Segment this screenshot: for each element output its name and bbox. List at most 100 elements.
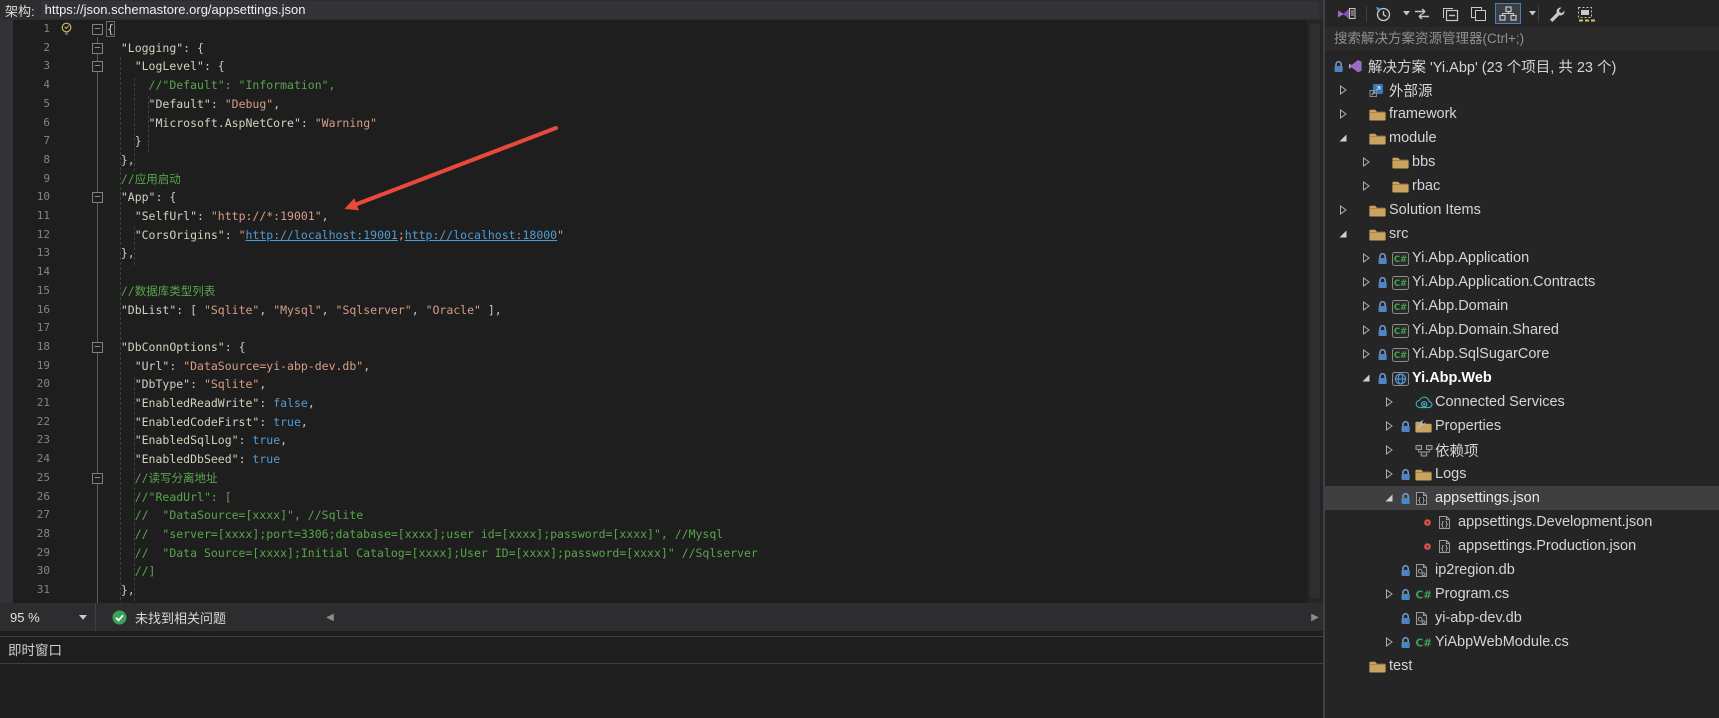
tree-item[interactable]: Properties [1325, 414, 1719, 438]
code-line[interactable]: 26 //"ReadUrl": [ [0, 488, 1323, 507]
code-line[interactable]: 4 //"Default": "Information", [0, 76, 1323, 95]
tree-item-solution-root[interactable]: 解决方案 'Yi.Abp' (23 个项目, 共 23 个) [1325, 54, 1719, 78]
tree-item[interactable]: Solution Items [1325, 198, 1719, 222]
chevron-collapsed-icon[interactable] [1339, 205, 1354, 215]
horizontal-scrollbar[interactable]: ◀ ▶ [322, 603, 1323, 631]
code-line[interactable]: 28 // "server=[xxxx];port=3306;database=… [0, 525, 1323, 544]
fold-collapse-icon[interactable]: – [92, 342, 103, 353]
pending-changes-filter-icon[interactable] [1372, 4, 1395, 24]
properties-wrench-icon[interactable] [1544, 4, 1569, 24]
code-line[interactable]: 6 "Microsoft.AspNetCore": "Warning" [0, 114, 1323, 133]
chevron-collapsed-icon[interactable] [1385, 445, 1400, 455]
code-line[interactable]: 13 }, [0, 244, 1323, 263]
tree-item[interactable]: C#Yi.Abp.Domain [1325, 294, 1719, 318]
editor-vertical-scrollbar[interactable] [1307, 20, 1323, 603]
code-line[interactable]: 5 "Default": "Debug", [0, 95, 1323, 114]
chevron-expanded-icon[interactable] [1339, 230, 1354, 239]
collapse-all-icon[interactable] [1439, 4, 1462, 24]
scrollbar-thumb[interactable] [1310, 24, 1320, 598]
chevron-collapsed-icon[interactable] [1362, 277, 1377, 287]
chevron-collapsed-icon[interactable] [1385, 397, 1400, 407]
zoom-level-select[interactable]: 95 % [0, 603, 96, 631]
show-all-files-icon[interactable] [1574, 4, 1599, 24]
code-line[interactable]: 7 } [0, 132, 1323, 151]
sync-with-active-document-icon[interactable] [1410, 5, 1434, 23]
tree-item[interactable]: test [1325, 654, 1719, 678]
fold-collapse-icon[interactable]: – [92, 473, 103, 484]
code-line[interactable]: 10– "App": { [0, 188, 1323, 207]
scroll-right-icon[interactable]: ▶ [1307, 612, 1323, 623]
chevron-down-icon[interactable] [1403, 11, 1410, 16]
chevron-down-icon[interactable] [1529, 11, 1536, 16]
tree-item[interactable]: src [1325, 222, 1719, 246]
chevron-collapsed-icon[interactable] [1362, 325, 1377, 335]
code-line[interactable]: 23 "EnabledSqlLog": true, [0, 431, 1323, 450]
tree-item[interactable]: 依赖项 [1325, 438, 1719, 462]
code-line[interactable]: 3– "LogLevel": { [0, 57, 1323, 76]
tree-item[interactable]: ip2region.db [1325, 558, 1719, 582]
switch-views-icon[interactable] [1333, 4, 1359, 24]
code-line[interactable]: 12 "CorsOrigins": "http://localhost:1900… [0, 226, 1323, 245]
code-line[interactable]: 15 //数据库类型列表 [0, 282, 1323, 301]
tree-item[interactable]: framework [1325, 102, 1719, 126]
code-line[interactable]: 20 "DbType": "Sqlite", [0, 375, 1323, 394]
tree-item[interactable]: {}appsettings.json [1325, 486, 1719, 510]
code-line[interactable]: 30 //] [0, 562, 1323, 581]
chevron-collapsed-icon[interactable] [1362, 253, 1377, 263]
fold-collapse-icon[interactable]: – [92, 192, 103, 203]
code-line[interactable]: 1–{ [0, 20, 1323, 39]
code-line[interactable]: 2– "Logging": { [0, 39, 1323, 58]
code-editor[interactable]: 1–{2– "Logging": {3– "LogLevel": {4 //"D… [0, 20, 1323, 603]
code-line[interactable]: 9 //应用启动 [0, 170, 1323, 189]
chevron-expanded-icon[interactable] [1339, 134, 1354, 143]
chevron-collapsed-icon[interactable] [1339, 109, 1354, 119]
chevron-collapsed-icon[interactable] [1385, 469, 1400, 479]
code-line[interactable]: 31 }, [0, 581, 1323, 600]
code-line[interactable]: 29 // "Data Source=[xxxx];Initial Catalo… [0, 544, 1323, 563]
code-line[interactable]: 21 "EnabledReadWrite": false, [0, 394, 1323, 413]
code-line[interactable]: 8 }, [0, 151, 1323, 170]
fold-collapse-icon[interactable]: – [92, 61, 103, 72]
code-line[interactable]: 22 "EnabledCodeFirst": true, [0, 413, 1323, 432]
tree-item[interactable]: yi-abp-dev.db [1325, 606, 1719, 630]
scrollbar-track[interactable] [338, 613, 1307, 621]
tree-item[interactable]: {}appsettings.Development.json [1325, 510, 1719, 534]
chevron-collapsed-icon[interactable] [1362, 157, 1377, 167]
tree-item[interactable]: rbac [1325, 174, 1719, 198]
preview-selected-items-icon[interactable] [1495, 3, 1521, 24]
chevron-collapsed-icon[interactable] [1339, 85, 1354, 95]
fold-collapse-icon[interactable]: – [92, 24, 103, 35]
code-line[interactable]: 27 // "DataSource=[xxxx]", //Sqlite [0, 506, 1323, 525]
solution-explorer-search-input[interactable]: 搜索解决方案资源管理器(Ctrl+;) [1325, 27, 1719, 51]
code-line[interactable]: 24 "EnabledDbSeed": true [0, 450, 1323, 469]
tree-item[interactable]: C#Yi.Abp.Domain.Shared [1325, 318, 1719, 342]
scroll-left-icon[interactable]: ◀ [322, 612, 338, 623]
tree-item[interactable]: Yi.Abp.Web [1325, 366, 1719, 390]
tree-item[interactable]: {}appsettings.Production.json [1325, 534, 1719, 558]
tree-item[interactable]: C#Program.cs [1325, 582, 1719, 606]
chevron-expanded-icon[interactable] [1385, 494, 1400, 503]
chevron-collapsed-icon[interactable] [1362, 349, 1377, 359]
chevron-collapsed-icon[interactable] [1385, 421, 1400, 431]
code-line[interactable]: 11 "SelfUrl": "http://*:19001", [0, 207, 1323, 226]
properties-pages-icon[interactable] [1467, 4, 1490, 24]
tree-item[interactable]: C#Yi.Abp.Application.Contracts [1325, 270, 1719, 294]
tree-item[interactable]: C#Yi.Abp.SqlSugarCore [1325, 342, 1719, 366]
code-line[interactable]: 17 [0, 319, 1323, 338]
immediate-window-title[interactable]: 即时窗口 [0, 637, 1323, 664]
chevron-collapsed-icon[interactable] [1362, 301, 1377, 311]
code-line[interactable]: 16 "DbList": [ "Sqlite", "Mysql", "Sqlse… [0, 301, 1323, 320]
fold-collapse-icon[interactable]: – [92, 43, 103, 54]
code-line[interactable]: 19 "Url": "DataSource=yi-abp-dev.db", [0, 357, 1323, 376]
code-line[interactable]: 18– "DbConnOptions": { [0, 338, 1323, 357]
chevron-collapsed-icon[interactable] [1385, 589, 1400, 599]
code-line[interactable]: 14 [0, 263, 1323, 282]
schema-url-combobox[interactable]: https://json.schemastore.org/appsettings… [41, 1, 1319, 19]
chevron-collapsed-icon[interactable] [1385, 637, 1400, 647]
tree-item[interactable]: Logs [1325, 462, 1719, 486]
tree-item[interactable]: module [1325, 126, 1719, 150]
chevron-expanded-icon[interactable] [1362, 374, 1377, 383]
tree-item[interactable]: C#Yi.Abp.Application [1325, 246, 1719, 270]
chevron-collapsed-icon[interactable] [1362, 181, 1377, 191]
tree-item[interactable]: 外部源 [1325, 78, 1719, 102]
